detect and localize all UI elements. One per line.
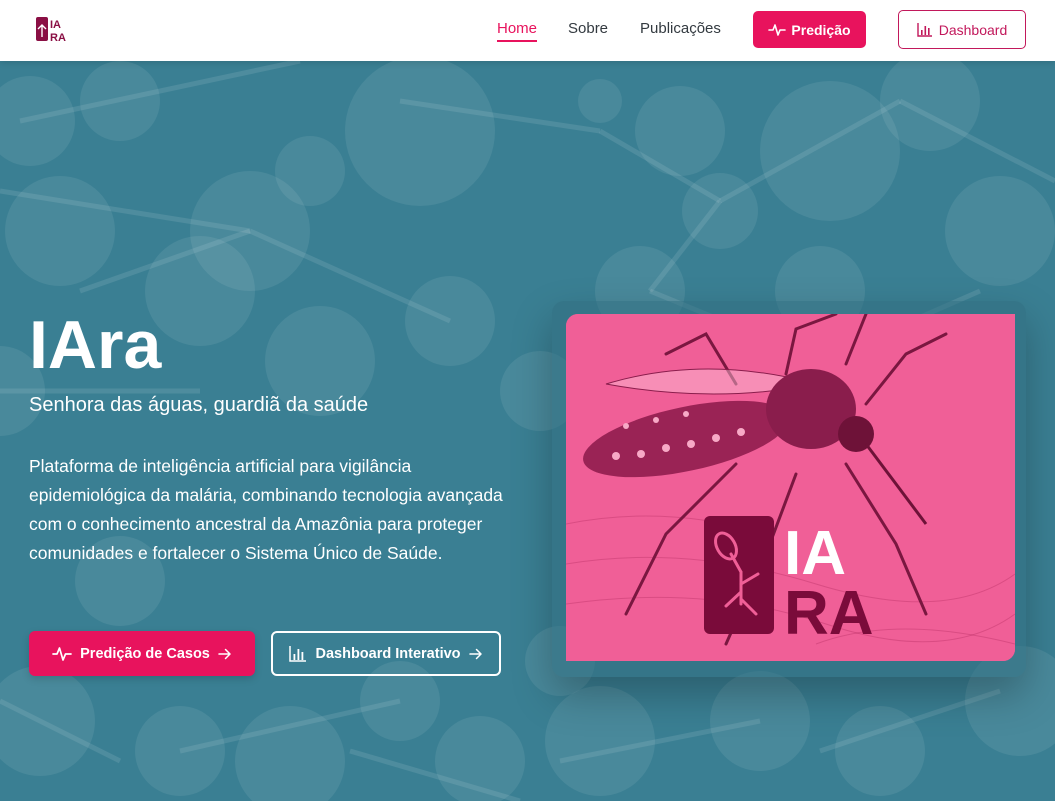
activity-icon <box>52 646 72 661</box>
arrow-right-icon <box>218 648 231 659</box>
predicao-casos-button[interactable]: Predição de Casos <box>29 631 255 676</box>
top-navbar: IA RA Home Sobre Publicações Predição Da… <box>0 0 1055 61</box>
bar-chart-icon <box>917 23 932 37</box>
hero-image-card: IA RA <box>566 314 1015 661</box>
iara-logo[interactable]: IA RA <box>36 15 70 45</box>
predicao-casos-label: Predição de Casos <box>80 645 210 662</box>
card-logo-line1: IA <box>784 519 846 588</box>
svg-text:IA: IA <box>50 19 61 31</box>
activity-icon <box>768 23 787 36</box>
predicao-nav-button[interactable]: Predição <box>753 11 866 48</box>
dashboard-interativo-label: Dashboard Interativo <box>315 645 461 662</box>
hero-section: IAra Senhora das águas, guardiã da saúde… <box>0 61 1055 801</box>
dashboard-nav-label: Dashboard <box>938 21 1008 38</box>
dashboard-interativo-button[interactable]: Dashboard Interativo <box>271 631 501 676</box>
bar-chart-icon <box>289 646 307 662</box>
nav-home[interactable]: Home <box>497 20 538 42</box>
hero-subtitle: Senhora das águas, guardiã da saúde <box>29 394 369 416</box>
hero-title: IAra <box>29 307 162 383</box>
iara-logo-icon: IA RA <box>36 17 66 44</box>
svg-text:RA: RA <box>50 32 66 44</box>
nav-publicacoes[interactable]: Publicações <box>640 20 721 38</box>
card-logo-line2: RA <box>784 579 874 648</box>
predicao-nav-label: Predição <box>791 21 851 38</box>
dashboard-nav-button[interactable]: Dashboard <box>898 10 1026 49</box>
card-iara-logo <box>704 516 774 634</box>
nav-sobre[interactable]: Sobre <box>568 20 608 38</box>
arrow-right-icon <box>468 648 482 659</box>
hero-description: Plataforma de inteligência artificial pa… <box>29 456 503 563</box>
mosquito-photo: IA RA <box>566 314 1015 661</box>
